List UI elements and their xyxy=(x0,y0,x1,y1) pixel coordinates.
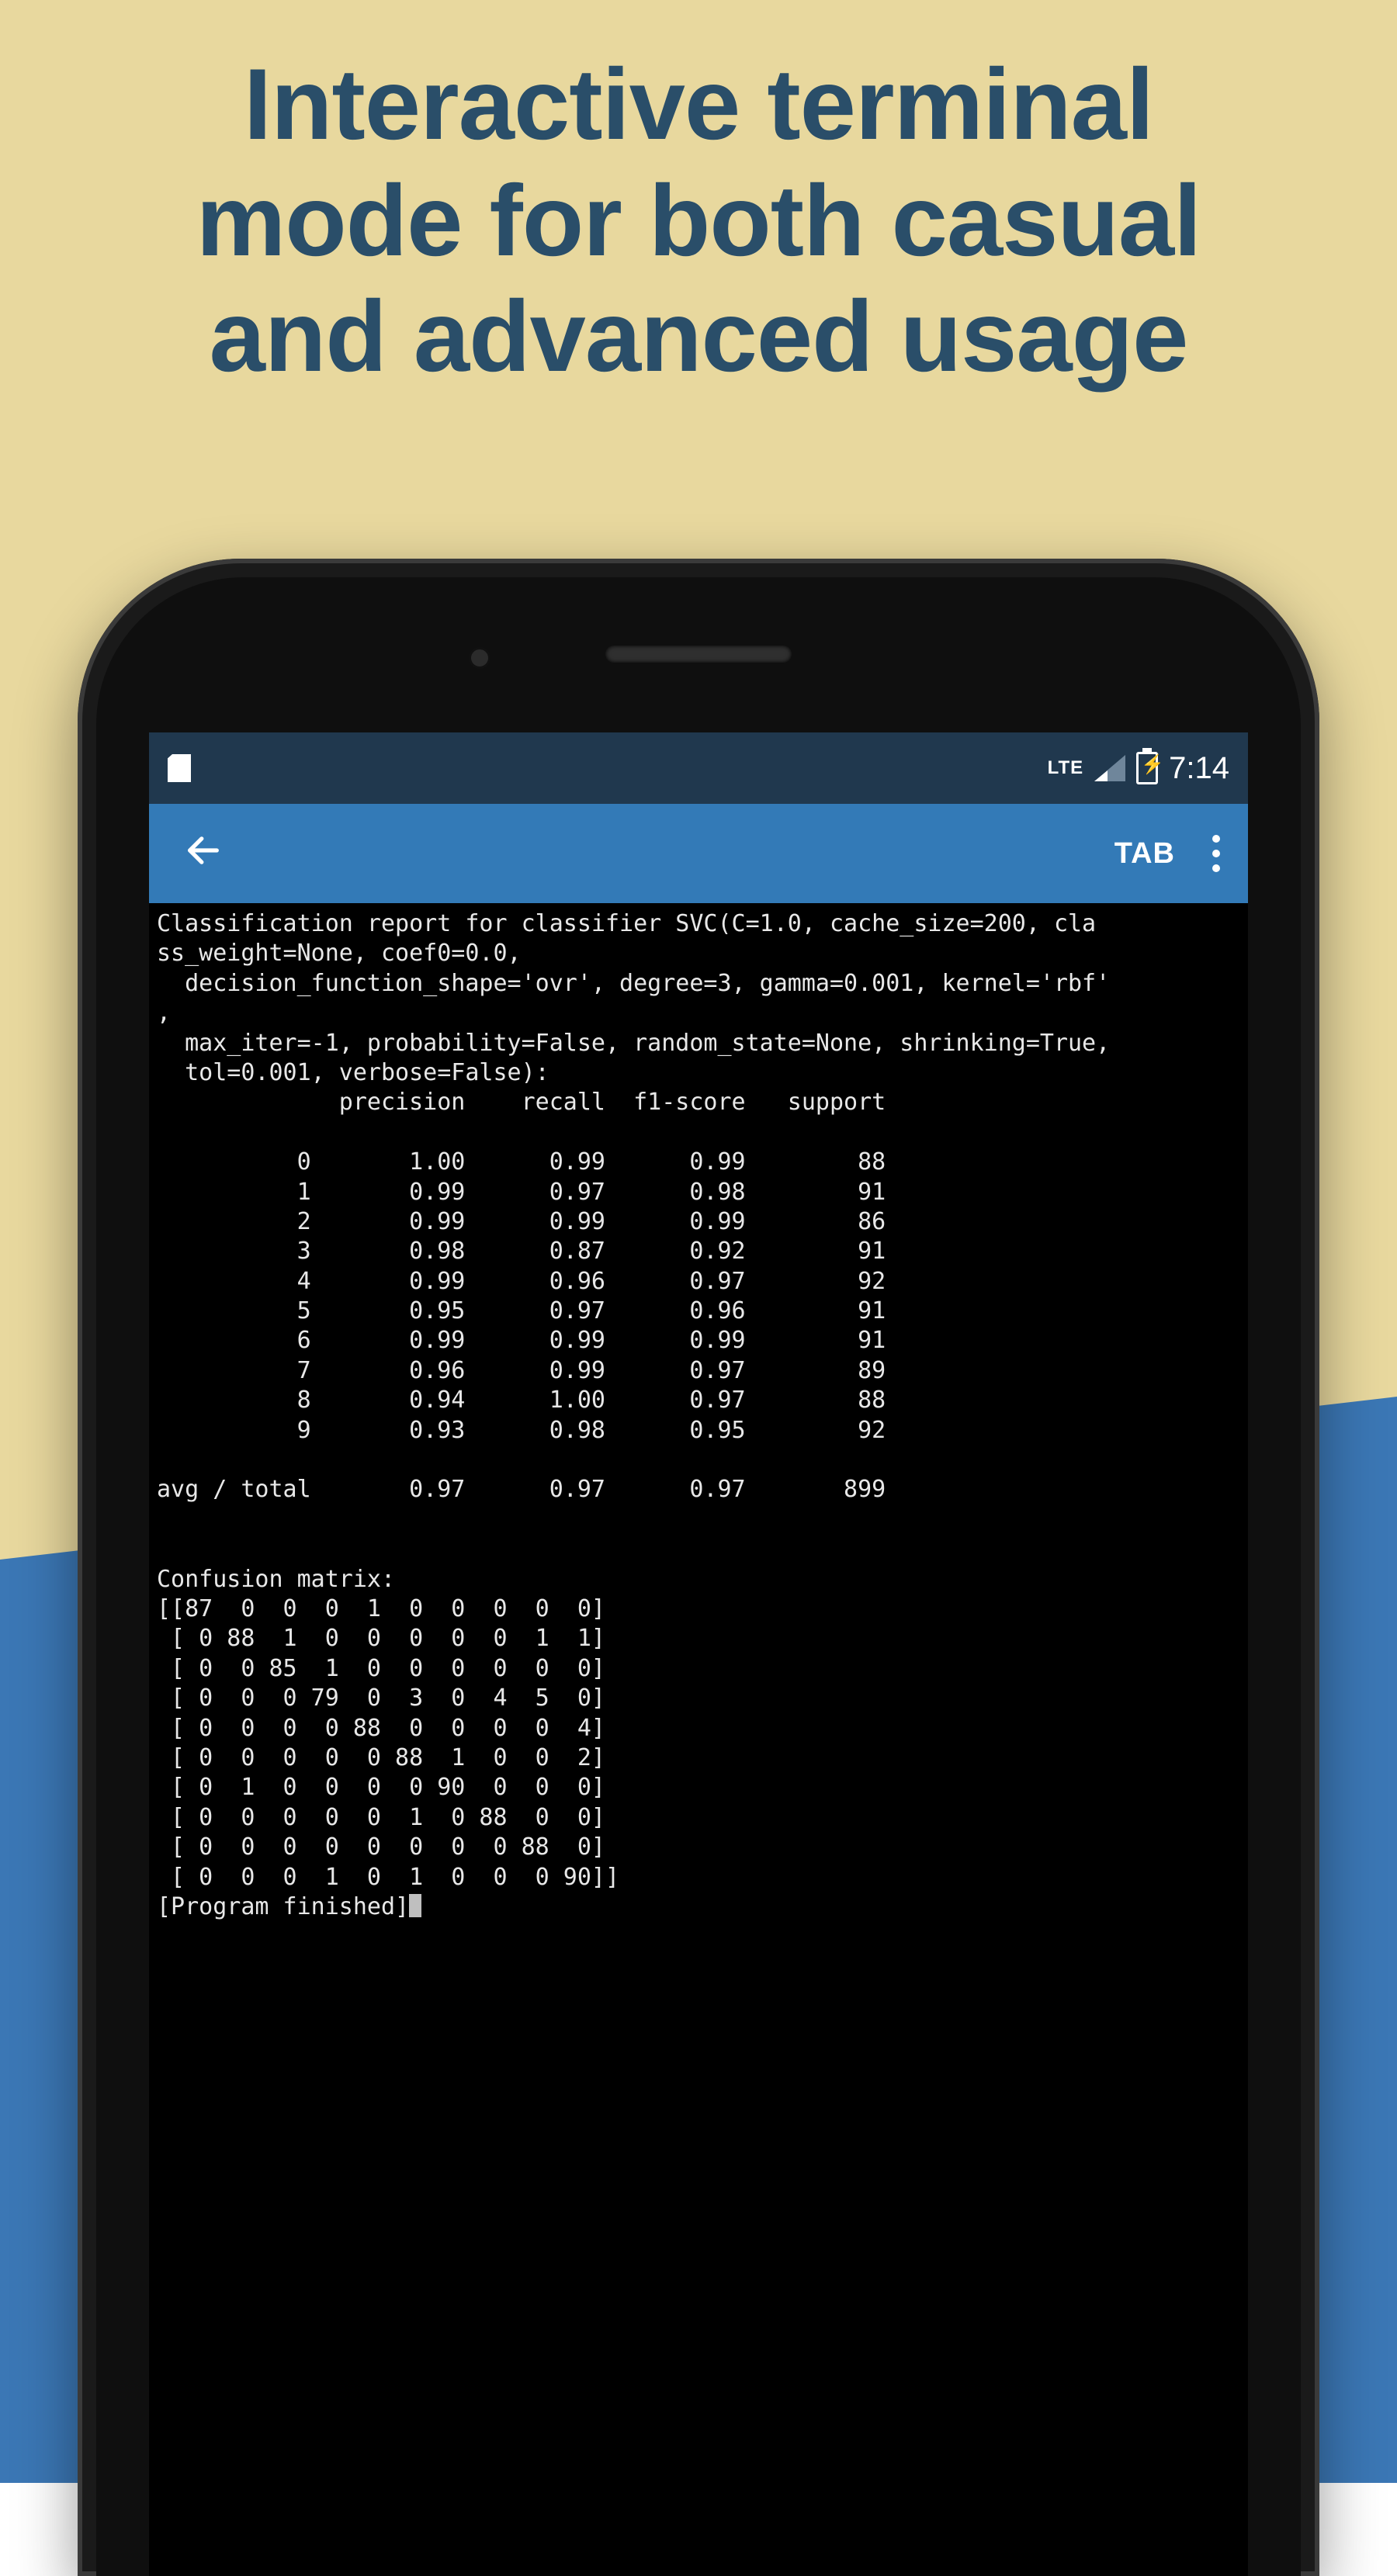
arrow-left-icon xyxy=(183,830,224,871)
phone-speaker xyxy=(605,646,792,663)
finished-label: [Program finished] xyxy=(157,1893,409,1920)
headline-line: mode for both casual xyxy=(0,163,1397,279)
dot-icon xyxy=(1212,835,1220,843)
dot-icon xyxy=(1212,850,1220,857)
phone-frame: LTE ⚡ 7:14 TAB xyxy=(78,559,1319,2576)
terminal-output[interactable]: Classification report for classifier SVC… xyxy=(149,903,1248,2576)
dot-icon xyxy=(1212,864,1220,872)
phone-bezel: LTE ⚡ 7:14 TAB xyxy=(96,577,1301,2576)
status-bar: LTE ⚡ 7:14 xyxy=(149,732,1248,804)
phone-camera xyxy=(469,647,491,669)
headline-line: Interactive terminal xyxy=(0,47,1397,163)
back-button[interactable] xyxy=(183,830,224,878)
sdcard-icon xyxy=(168,754,191,782)
phone-screen: LTE ⚡ 7:14 TAB xyxy=(149,732,1248,2576)
overflow-menu-button[interactable] xyxy=(1212,835,1220,872)
headline-line: and advanced usage xyxy=(0,279,1397,395)
tab-key-button[interactable]: TAB xyxy=(1114,837,1175,871)
terminal-cursor xyxy=(409,1894,421,1917)
cell-signal-icon xyxy=(1094,755,1125,781)
network-label: LTE xyxy=(1048,757,1084,779)
battery-charging-icon: ⚡ xyxy=(1136,752,1158,784)
clock-label: 7:14 xyxy=(1169,751,1229,786)
promo-headline: Interactive terminal mode for both casua… xyxy=(0,47,1397,395)
app-bar: TAB xyxy=(149,804,1248,903)
